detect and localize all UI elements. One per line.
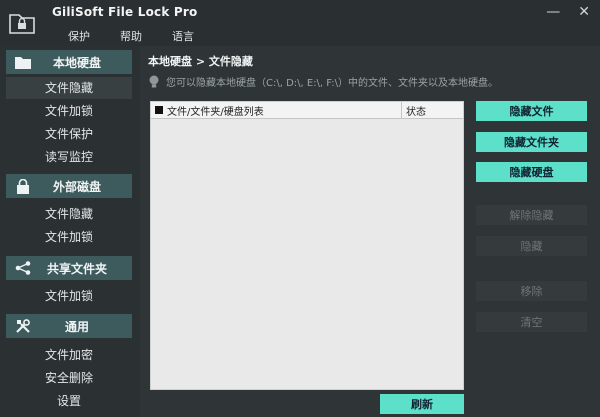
hide-folder-button[interactable]: 隐藏文件夹 [476, 132, 587, 152]
sidebar-item-rw-monitor[interactable]: 读写监控 [6, 146, 132, 168]
hide-file-button[interactable]: 隐藏文件 [476, 101, 587, 121]
main-panel: 本地硬盘 > 文件隐藏 您可以隐藏本地硬盘（C:\, D:\, E:\, F:\… [140, 46, 600, 417]
lightbulb-icon [149, 75, 159, 87]
close-button[interactable]: ✕ [578, 4, 590, 20]
sidebar-section-label: 通用 [64, 319, 89, 334]
sidebar-item-ext-file-hide[interactable]: 文件隐藏 [6, 203, 132, 225]
sidebar-section-shared-folder[interactable]: 共享文件夹 [6, 256, 132, 280]
sidebar-item-file-lock[interactable]: 文件加锁 [6, 100, 132, 122]
column-header-list-label: 文件/文件夹/硬盘列表 [167, 106, 264, 118]
padlock-icon [6, 178, 40, 194]
folder-icon [6, 56, 40, 69]
app-title: GiliSoft File Lock Pro [52, 5, 198, 19]
hide-button[interactable]: 隐藏 [476, 236, 587, 256]
folder-lock-icon [9, 14, 35, 34]
minimize-button[interactable]: — [546, 4, 560, 20]
refresh-button[interactable]: 刷新 [380, 394, 464, 414]
sidebar-item-secure-delete[interactable]: 安全删除 [6, 367, 132, 389]
hint-text-row: 您可以隐藏本地硬盘（C:\, D:\, E:\, F:\）中的文件、文件夹以及本… [148, 74, 498, 89]
tools-icon [6, 318, 40, 334]
sidebar-item-ext-file-lock[interactable]: 文件加锁 [6, 226, 132, 248]
menu-item-language[interactable]: 语言 [172, 28, 194, 44]
menu-item-protect[interactable]: 保护 [68, 28, 90, 44]
sidebar-item-file-protect[interactable]: 文件保护 [6, 123, 132, 145]
sidebar-section-external-disk[interactable]: 外部磁盘 [6, 174, 132, 198]
remove-button[interactable]: 移除 [476, 281, 587, 301]
breadcrumb: 本地硬盘 > 文件隐藏 [148, 55, 253, 68]
sidebar-item-file-encrypt[interactable]: 文件加密 [6, 344, 132, 366]
sidebar-section-local-disk[interactable]: 本地硬盘 [6, 50, 132, 74]
sidebar-item-shared-file-lock[interactable]: 文件加锁 [6, 285, 132, 307]
sidebar-section-label: 共享文件夹 [46, 261, 107, 276]
menu-item-help[interactable]: 帮助 [120, 28, 142, 44]
app-window: GiliSoft File Lock Pro 保护 帮助 语言 — ✕ 本地硬盘… [0, 0, 600, 417]
sidebar-item-file-hide[interactable]: 文件隐藏 [6, 77, 132, 99]
column-header-status[interactable]: 状态 [402, 102, 463, 118]
window-controls: — ✕ [546, 4, 590, 20]
file-list-table[interactable]: 文件/文件夹/硬盘列表 状态 [150, 101, 464, 390]
select-all-checkbox[interactable] [155, 106, 163, 114]
hint-text: 您可以隐藏本地硬盘（C:\, D:\, E:\, F:\）中的文件、文件夹以及本… [166, 78, 499, 89]
sidebar-section-label: 外部磁盘 [52, 179, 101, 194]
column-header-list[interactable]: 文件/文件夹/硬盘列表 [151, 102, 402, 118]
share-icon [6, 261, 40, 275]
menu-bar: 保护 帮助 语言 [68, 28, 194, 44]
sidebar-item-settings[interactable]: 设置 [6, 390, 132, 412]
sidebar-section-general[interactable]: 通用 [6, 314, 132, 338]
title-bar: GiliSoft File Lock Pro 保护 帮助 语言 — ✕ [0, 0, 600, 46]
sidebar: 本地硬盘 文件隐藏 文件加锁 文件保护 读写监控 外部磁盘 文件隐藏 文件加锁 … [0, 46, 140, 417]
sidebar-section-label: 本地硬盘 [52, 55, 101, 70]
table-header: 文件/文件夹/硬盘列表 状态 [151, 102, 463, 119]
hide-disk-button[interactable]: 隐藏硬盘 [476, 162, 587, 182]
unhide-button[interactable]: 解除隐藏 [476, 205, 587, 225]
clear-button[interactable]: 清空 [476, 312, 587, 332]
column-header-status-label: 状态 [406, 106, 426, 118]
